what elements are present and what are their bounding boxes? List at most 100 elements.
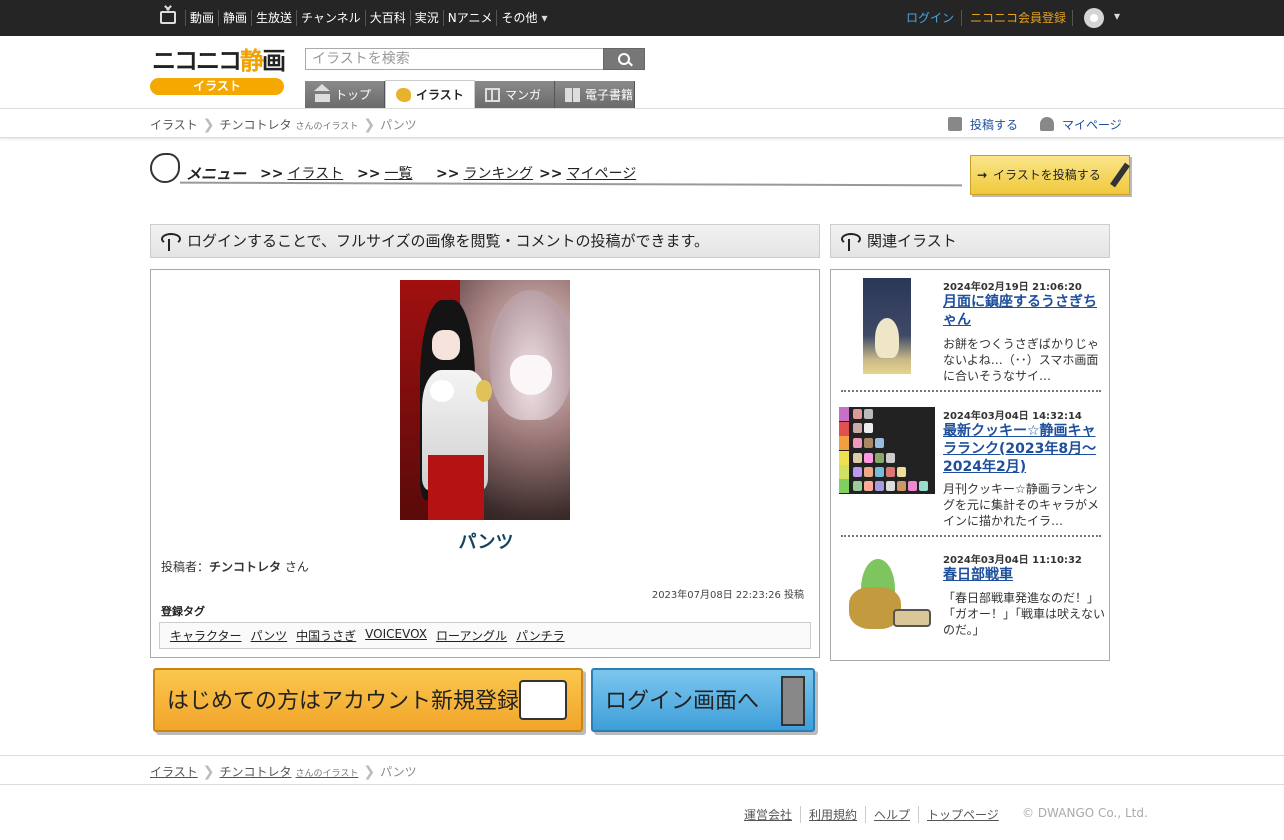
poster-info: 投稿者：チンコトレタ さん	[161, 560, 309, 574]
register-account-button[interactable]: はじめての方はアカウント新規登録へ	[153, 668, 583, 732]
related-date: 2024年03月04日 14:32:14	[943, 411, 1082, 422]
breadcrumb: イラスト ❯ チンコトレタ さんのイラスト ❯ パンツ	[150, 763, 417, 780]
door-icon	[781, 676, 805, 726]
upload-icon	[948, 117, 962, 131]
illust-image[interactable]	[400, 280, 570, 520]
tag-item[interactable]: キャラクター	[170, 627, 242, 644]
related-thumbnail[interactable]	[863, 278, 911, 374]
pen-icon	[1110, 162, 1130, 188]
chevron-right-icon: ❯	[363, 117, 376, 133]
tab-ebook[interactable]: 電子書籍	[555, 81, 635, 109]
home-icon	[314, 84, 330, 102]
gnav-jikkyo[interactable]: 実況	[409, 10, 443, 26]
sprout-icon	[839, 233, 861, 251]
related-desc: お餅をつくうさぎばかりじゃないよね…（･･）スマホ画面に合いそうなサイ…	[943, 337, 1100, 383]
gnav-channel[interactable]: チャンネル	[296, 10, 365, 26]
section-tabs: トップ イラスト マンガ 電子書籍	[305, 80, 635, 109]
divider	[179, 181, 963, 187]
menu-row: メニュー >> イラスト >> 一覧 >> ランキング >> マイページ	[150, 153, 963, 189]
related-date: 2024年03月04日 11:10:32	[943, 555, 1082, 566]
tag-label: 登録タグ	[161, 605, 205, 618]
login-link[interactable]: ログイン	[906, 10, 954, 26]
tab-top[interactable]: トップ	[305, 81, 385, 109]
tag-item[interactable]: VOICEVOX	[365, 627, 427, 644]
user-icon	[1040, 117, 1054, 131]
breadcrumb-current: パンツ	[380, 765, 417, 779]
breadcrumb-bar: イラスト ❯ チンコトレタ さんのイラスト ❯ パンツ 投稿する マイページ	[0, 108, 1284, 138]
mypage-link[interactable]: マイページ	[1040, 116, 1122, 133]
related-desc: 「春日部戦車発進なのだ！」「ガオー！」「戦車は吠えないのだ。」	[943, 591, 1106, 637]
tag-item[interactable]: ローアングル	[436, 627, 507, 644]
footer-link-top[interactable]: トップページ	[918, 806, 1007, 823]
tab-manga[interactable]: マンガ	[475, 81, 555, 109]
tag-item[interactable]: パンツ	[251, 627, 288, 644]
chevron-right-icon: ❯	[202, 117, 215, 133]
seiga-logo[interactable]: ニコニコ静画 イラスト	[150, 47, 286, 95]
post-link[interactable]: 投稿する	[948, 116, 1018, 133]
global-nav: 動画 静画 生放送 チャンネル 大百科 実況 Nアニメ その他	[185, 10, 552, 26]
related-title[interactable]: 最新クッキー☆静画キャラランク(2023年8月～2024年2月)	[943, 422, 1105, 476]
tag-item[interactable]: パンチラ	[516, 627, 565, 644]
sprout-icon	[159, 233, 181, 251]
breadcrumb-user[interactable]: チンコトレタ さんのイラスト	[220, 763, 359, 780]
related-header: 関連イラスト	[830, 224, 1110, 258]
tab-illust[interactable]: イラスト	[385, 80, 475, 109]
gnav-dic[interactable]: 大百科	[364, 10, 410, 26]
niconico-tv-icon[interactable]	[160, 11, 176, 24]
posted-date: 2023年07月08日 22:23:26 投稿	[651, 590, 804, 601]
breadcrumb-root[interactable]: イラスト	[150, 116, 198, 133]
related-title[interactable]: 春日部戦車	[943, 566, 1105, 584]
breadcrumb: イラスト ❯ チンコトレタ さんのイラスト ❯ パンツ	[150, 116, 417, 133]
book-icon	[565, 88, 580, 102]
footer-links: 運営会社 利用規約 ヘルプ トップページ	[744, 806, 1007, 823]
footer-breadcrumb-bar: イラスト ❯ チンコトレタ さんのイラスト ❯ パンツ	[0, 755, 1284, 785]
menu-list[interactable]: >> 一覧	[357, 163, 412, 183]
global-nav-bar: 動画 静画 生放送 チャンネル 大百科 実況 Nアニメ その他 ログイン ニコニ…	[0, 0, 1284, 36]
related-date: 2024年02月19日 21:06:20	[943, 282, 1082, 293]
illust-title: パンツ	[458, 532, 514, 553]
post-illust-button[interactable]: イラストを投稿する	[970, 155, 1130, 195]
footer-link-help[interactable]: ヘルプ	[865, 806, 918, 823]
avatar[interactable]	[1084, 8, 1104, 28]
gnav-nanime[interactable]: Nアニメ	[442, 10, 497, 26]
gnav-live[interactable]: 生放送	[251, 10, 296, 26]
related-desc: 月刊クッキー☆静画ランキングを元に集計そのキャラがメインに描かれたイラ…	[943, 482, 1100, 528]
breadcrumb-user[interactable]: チンコトレタ さんのイラスト	[220, 116, 359, 133]
footer-link-company[interactable]: 運営会社	[744, 806, 800, 823]
related-thumbnail[interactable]	[839, 551, 935, 637]
divider	[841, 535, 1101, 537]
breadcrumb-root[interactable]: イラスト	[150, 763, 198, 780]
illust-panel: パンツ 投稿者：チンコトレタ さん 2023年07月08日 22:23:26 投…	[150, 269, 820, 658]
niconico-tv-icon	[519, 680, 567, 720]
login-notice: ログインすることで、フルサイズの画像を閲覧・コメントの投稿ができます。	[150, 224, 820, 258]
list-item: 2024年02月19日 21:06:20 月面に鎮座するうさぎちゃん お餅をつく…	[839, 278, 1103, 388]
poster-name[interactable]: チンコトレタ	[209, 560, 281, 574]
related-title[interactable]: 月面に鎮座するうさぎちゃん	[943, 293, 1105, 329]
footer-link-terms[interactable]: 利用規約	[800, 806, 865, 823]
palette-icon	[150, 153, 180, 183]
list-item: 2024年03月04日 14:32:14 最新クッキー☆静画キャラランク(202…	[839, 407, 1103, 532]
chevron-right-icon: ❯	[363, 764, 376, 780]
related-list: 2024年02月19日 21:06:20 月面に鎮座するうさぎちゃん お餅をつく…	[830, 269, 1110, 661]
search-icon[interactable]	[603, 48, 645, 70]
menu-mypage[interactable]: >> マイページ	[539, 163, 636, 183]
gnav-video[interactable]: 動画	[185, 10, 218, 26]
tag-item[interactable]: 中国うさぎ	[296, 627, 356, 644]
tag-list: キャラクター パンツ 中国うさぎ VOICEVOX ローアングル パンチラ	[159, 622, 811, 649]
copyright: © DWANGO Co., Ltd.	[1022, 806, 1148, 820]
menu-illust[interactable]: >> イラスト	[260, 163, 343, 183]
logo-illust-label: イラスト	[150, 78, 284, 95]
login-screen-button[interactable]: ログイン画面へ	[591, 668, 815, 732]
divider	[1072, 10, 1073, 26]
divider	[841, 390, 1101, 392]
menu-ranking[interactable]: >> ランキング	[436, 163, 533, 183]
gnav-seiga[interactable]: 静画	[218, 10, 251, 26]
chevron-down-icon[interactable]: ▾	[1114, 9, 1120, 23]
register-link[interactable]: ニコニコ会員登録	[961, 10, 1066, 26]
related-thumbnail[interactable]	[839, 407, 935, 494]
search-input[interactable]: イラストを検索	[305, 48, 604, 70]
list-item: 2024年03月04日 11:10:32 春日部戦車 「春日部戦車発進なのだ！」…	[839, 551, 1106, 651]
chevron-right-icon: ❯	[202, 764, 215, 780]
gnav-more[interactable]: その他	[496, 10, 551, 26]
palette-icon	[396, 88, 411, 102]
